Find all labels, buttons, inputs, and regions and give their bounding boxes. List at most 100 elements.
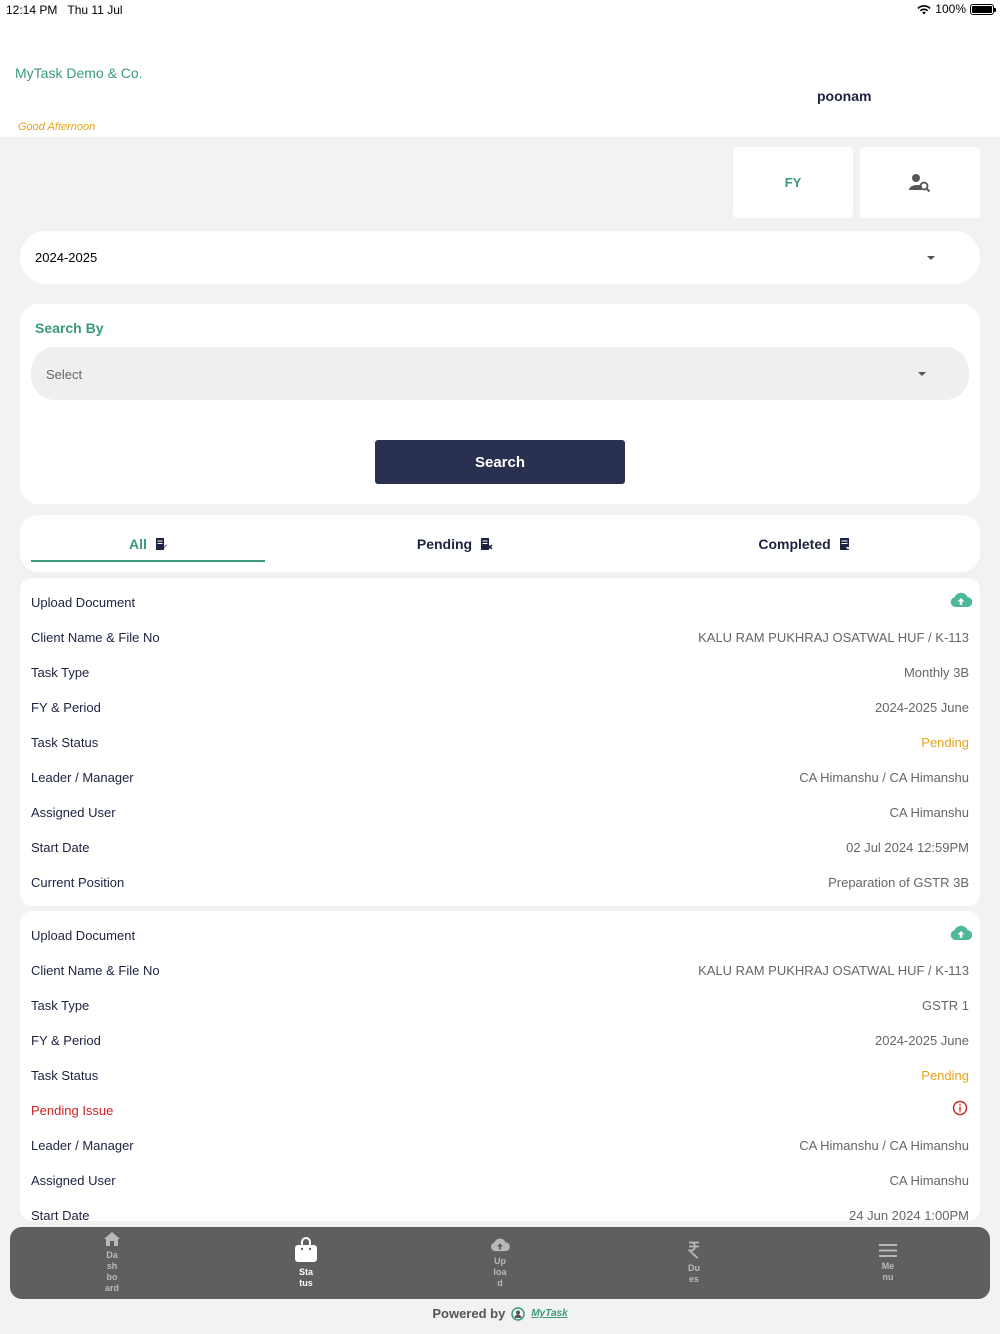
tab-all[interactable]: All: [31, 515, 265, 572]
nav-label: Menu: [881, 1260, 895, 1282]
task-row: FY & Period 2024-2025 June: [20, 683, 980, 718]
nav-upload[interactable]: Upload: [470, 1227, 530, 1299]
info-icon[interactable]: [952, 1100, 968, 1116]
powered-by-text: Powered by: [432, 1306, 506, 1321]
task-row: Assigned User CA Himanshu: [20, 1156, 980, 1191]
field-value: 2024-2025 June: [875, 700, 969, 715]
company-name: MyTask Demo & Co.: [15, 65, 143, 81]
field-value: Monthly 3B: [903, 665, 969, 680]
rupee-icon: [688, 1241, 699, 1259]
status-value: Pending: [921, 1068, 969, 1083]
document-check-icon: [839, 537, 852, 550]
task-row: Leader / Manager CA Himanshu / CA Himansh…: [20, 753, 980, 788]
task-card: Upload Document Client Name & File No KAL…: [20, 911, 980, 1221]
field-value: KALU RAM PUKHRAJ OSATWAL HUF / K-113: [698, 963, 969, 978]
field-label: Start Date: [31, 840, 90, 855]
document-edit-icon: [155, 537, 167, 550]
mytask-logo-text: MyTask: [531, 1308, 568, 1319]
field-value: CA Himanshu: [889, 1173, 969, 1188]
battery-percent: 100%: [935, 2, 966, 16]
cloud-upload-icon[interactable]: [950, 592, 972, 608]
task-row: FY & Period 2024-2025 June: [20, 1016, 980, 1051]
task-row: Client Name & File No KALU RAM PUKHRAJ OS…: [20, 613, 980, 648]
field-label: Client Name & File No: [31, 630, 160, 645]
field-label: Task Type: [31, 665, 90, 680]
tab-label: Pending: [416, 535, 473, 552]
nav-label: Status: [299, 1267, 314, 1288]
nav-label: Dues: [688, 1263, 700, 1284]
nav-dashboard[interactable]: Dashboard: [82, 1227, 142, 1299]
tab-label: All: [129, 535, 147, 552]
fy-button[interactable]: FY: [733, 147, 853, 218]
tab-pending[interactable]: Pending: [350, 515, 560, 572]
document-pending-icon: [481, 537, 493, 550]
nav-menu[interactable]: Menu: [858, 1227, 918, 1299]
field-label: Client Name & File No: [31, 963, 160, 978]
field-label: Leader / Manager: [31, 1138, 134, 1153]
home-icon: [104, 1232, 120, 1246]
task-card: Upload Document Client Name & File No KAL…: [20, 578, 980, 906]
search-card: Search By Select Search: [20, 304, 980, 504]
field-label: Task Type: [31, 998, 90, 1013]
fy-button-label: FY: [784, 175, 802, 190]
field-value: Preparation of GSTR 3B: [828, 875, 969, 890]
task-row: Start Date 24 Jun 2024 1:00PM: [20, 1191, 980, 1221]
upload-document-row[interactable]: Upload Document: [20, 578, 980, 613]
nav-label: Dashboard: [105, 1250, 120, 1293]
nav-dues[interactable]: Dues: [664, 1227, 724, 1299]
chevron-down-icon: [918, 372, 926, 376]
nav-status[interactable]: Status: [276, 1227, 336, 1299]
field-value: KALU RAM PUKHRAJ OSATWAL HUF / K-113: [698, 630, 969, 645]
wifi-icon: [917, 4, 931, 15]
field-value: CA Himanshu / CA Himanshu: [799, 770, 969, 785]
field-value: CA Himanshu / CA Himanshu: [799, 1138, 969, 1153]
bottom-nav: Dashboard Status Upload Dues Menu: [10, 1227, 990, 1299]
user-search-button[interactable]: [860, 147, 980, 218]
tab-completed[interactable]: Completed: [700, 515, 910, 572]
task-row: Task Type Monthly 3B: [20, 648, 980, 683]
task-row: Leader / Manager CA Himanshu / CA Himansh…: [20, 1121, 980, 1156]
field-label: Assigned User: [31, 805, 116, 820]
bag-icon: [295, 1237, 317, 1262]
field-label: Task Status: [31, 1068, 99, 1083]
cloud-upload-icon: [490, 1238, 510, 1251]
status-time: 12:14 PM Thu 11 Jul: [6, 3, 123, 17]
search-by-label: Search By: [35, 320, 104, 336]
field-label: Start Date: [31, 1208, 90, 1221]
field-label: FY & Period: [31, 1033, 101, 1048]
field-label: FY & Period: [31, 700, 101, 715]
user-search-icon: [909, 173, 931, 192]
upload-document-row[interactable]: Upload Document: [20, 911, 980, 946]
tab-label: Completed: [758, 535, 831, 552]
field-value: 2024-2025 June: [875, 1033, 969, 1048]
upload-document-label: Upload Document: [31, 595, 136, 610]
pending-issue-row[interactable]: Pending Issue: [20, 1086, 980, 1121]
pending-issue-label: Pending Issue: [31, 1103, 114, 1118]
status-right: 100%: [917, 2, 996, 16]
powered-by: Powered by MyTask: [0, 1306, 1000, 1321]
upload-document-label: Upload Document: [31, 928, 136, 943]
task-row: Start Date 02 Jul 2024 12:59PM: [20, 823, 980, 858]
search-by-select[interactable]: Select: [31, 347, 969, 400]
field-label: Assigned User: [31, 1173, 116, 1188]
task-row: Task Status Pending: [20, 718, 980, 753]
field-label: Task Status: [31, 735, 99, 750]
search-button[interactable]: Search: [375, 440, 625, 484]
field-label: Leader / Manager: [31, 770, 134, 785]
search-by-placeholder: Select: [46, 367, 83, 382]
task-row: Task Status Pending: [20, 1051, 980, 1086]
menu-icon: [879, 1243, 897, 1257]
fy-select[interactable]: 2024-2025: [20, 231, 980, 284]
field-value: 24 Jun 2024 1:00PM: [849, 1208, 969, 1221]
field-value: CA Himanshu: [889, 805, 969, 820]
cloud-upload-icon[interactable]: [950, 925, 972, 941]
task-row: Current Position Preparation of GSTR 3B: [20, 858, 980, 893]
mytask-logo-icon: [511, 1306, 526, 1321]
status-value: Pending: [921, 735, 969, 750]
task-row: Assigned User CA Himanshu: [20, 788, 980, 823]
fy-select-value: 2024-2025: [35, 250, 98, 265]
field-value: GSTR 1: [922, 998, 969, 1013]
field-value: 02 Jul 2024 12:59PM: [846, 840, 969, 855]
task-row: Task Type GSTR 1: [20, 981, 980, 1016]
status-bar: 12:14 PM Thu 11 Jul 100%: [0, 0, 1000, 22]
